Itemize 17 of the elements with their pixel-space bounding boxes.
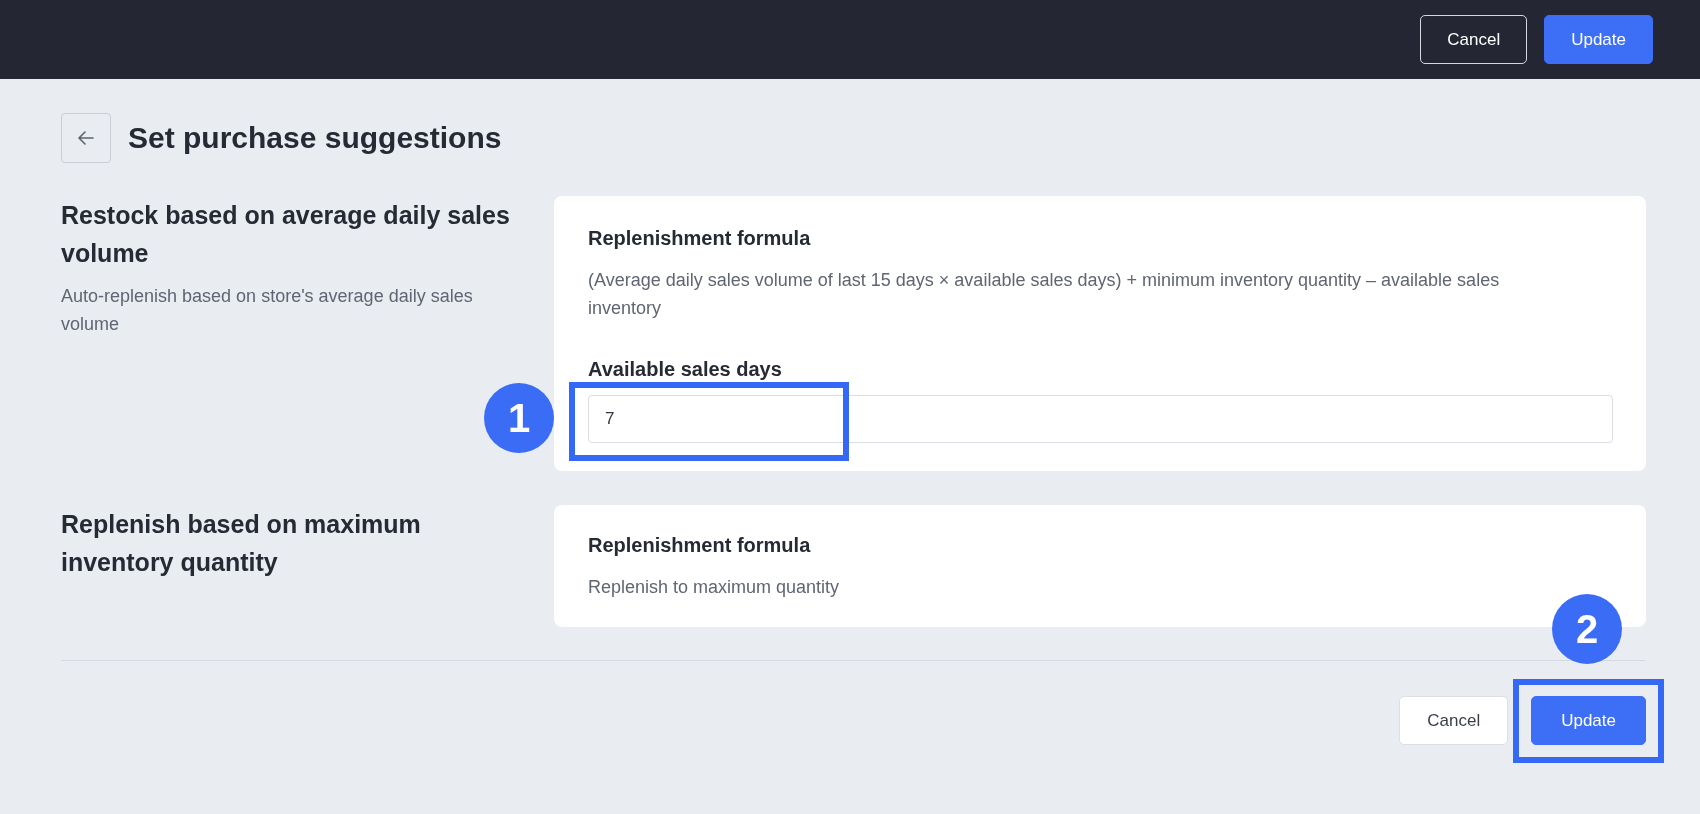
step-badge: 1 [484, 383, 554, 453]
primary-button[interactable]: Update [1531, 696, 1646, 745]
back-button[interactable] [61, 113, 111, 163]
page-title: Set purchase suggestions [128, 120, 502, 156]
card-heading: Replenishment formula [588, 226, 812, 251]
field-label: Available sales days [588, 357, 783, 381]
section-title: Restock based on average daily sales volume [61, 200, 511, 269]
outline-button[interactable]: Cancel [1420, 15, 1528, 64]
section-description: Auto-replenish based on store's average daily sales volume [61, 285, 474, 336]
arrow-left-icon [78, 131, 94, 145]
primary-button[interactable]: Update [1544, 15, 1653, 64]
card-heading: Replenishment formula [588, 533, 812, 558]
outline-button[interactable]: Cancel [1399, 696, 1509, 745]
section-title: Replenish based on maximum inventory quantity [61, 509, 422, 578]
formula-text: (Average daily sales volume of last 15 days × available sales days) + minimum inventory quantity – available sales inventory [588, 269, 1501, 320]
input-field[interactable]: 7 [588, 395, 1613, 443]
formula-text: Replenish to maximum quantity [588, 576, 841, 599]
